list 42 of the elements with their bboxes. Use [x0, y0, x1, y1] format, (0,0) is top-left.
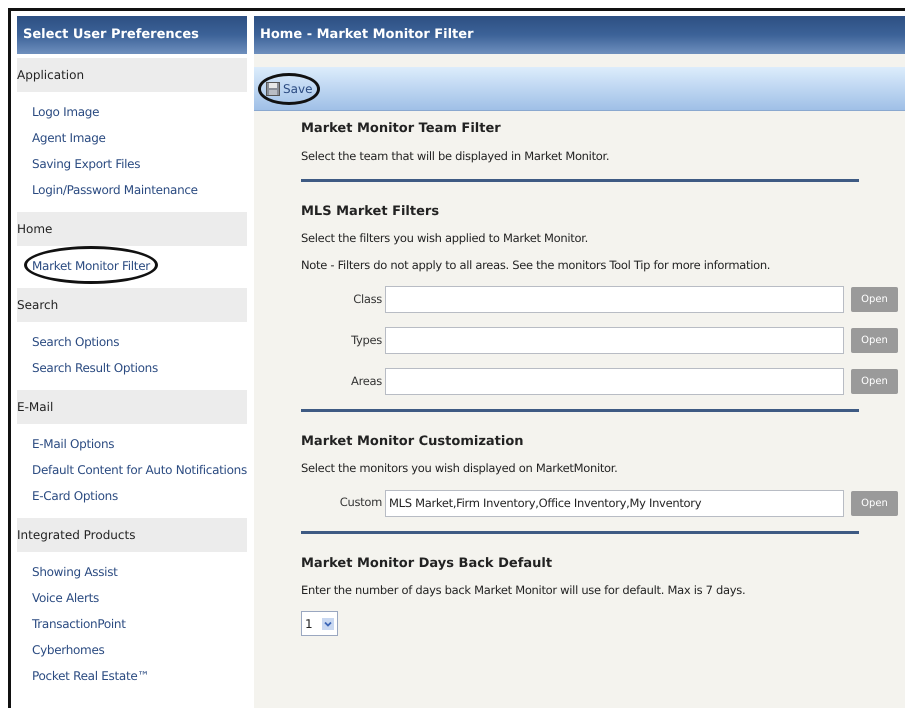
section-description: Select the filters you wish applied to Market Monitor. [301, 230, 589, 248]
chevron-down-icon [322, 618, 334, 630]
section-title: MLS Market Filters [301, 202, 440, 221]
sidebar-link[interactable]: Voice Alerts [32, 591, 99, 605]
section-title: Market Monitor Customization [301, 432, 525, 451]
save-button[interactable]: Save [266, 80, 312, 98]
sidebar-link[interactable]: Search Options [32, 335, 120, 349]
group-header: Integrated Products [17, 518, 247, 552]
group-header: Home [17, 212, 247, 246]
number-select[interactable]: 1 [301, 611, 338, 636]
text-field[interactable] [385, 368, 844, 395]
sidebar-link[interactable]: Login/Password Maintenance [32, 183, 198, 197]
sidebar-link[interactable]: Default Content for Auto Notifications [32, 463, 247, 477]
text-field[interactable] [385, 286, 844, 313]
field-label: Areas [350, 372, 383, 390]
sidebar-link[interactable]: TransactionPoint [32, 617, 126, 631]
section-description: Select the team that will be displayed in Market Monitor. [301, 148, 610, 164]
sidebar-link[interactable]: Logo Image [32, 105, 100, 119]
sidebar-link[interactable]: Cyberhomes [32, 643, 104, 657]
group-header: E-Mail [17, 390, 247, 424]
section-title: Market Monitor Team Filter [301, 120, 502, 138]
field-label: Types [350, 332, 383, 349]
sidebar-link[interactable]: Search Result Options [32, 361, 158, 375]
panel-header: Select User Preferences [17, 16, 247, 54]
sidebar-link[interactable]: E-Card Options [32, 489, 118, 503]
section-description: Select the monitors you wish displayed on MarketMonitor. [301, 460, 619, 478]
sidebar-link[interactable]: Showing Assist [32, 565, 118, 579]
field-label: Custom [338, 494, 383, 512]
group-header: Application [17, 58, 247, 92]
sidebar-link[interactable]: Agent Image [32, 131, 106, 145]
text-field[interactable] [385, 326, 844, 354]
sidebar-link[interactable]: Saving Export Files [32, 157, 140, 171]
text-field[interactable]: MLS Market,Firm Inventory,Office Inventory,My Inventory [385, 490, 844, 516]
panel-header: Home - Market Monitor Filter [254, 16, 905, 54]
group-header: Search [17, 288, 247, 322]
sidebar-link[interactable]: Market Monitor Filter [32, 259, 150, 273]
sidebar-link[interactable]: E-Mail Options [32, 437, 114, 451]
sidebar-link[interactable]: Pocket Real Estate™ [32, 669, 150, 683]
section-description: Enter the number of days back Market Monitor will use for default. Max is 7 days. [301, 582, 746, 599]
field-label: Class [352, 290, 383, 308]
section-description: Note - Filters do not apply to all areas. See the monitors Tool Tip for more information. [301, 256, 772, 274]
section-title: Market Monitor Days Back Default [301, 554, 554, 572]
